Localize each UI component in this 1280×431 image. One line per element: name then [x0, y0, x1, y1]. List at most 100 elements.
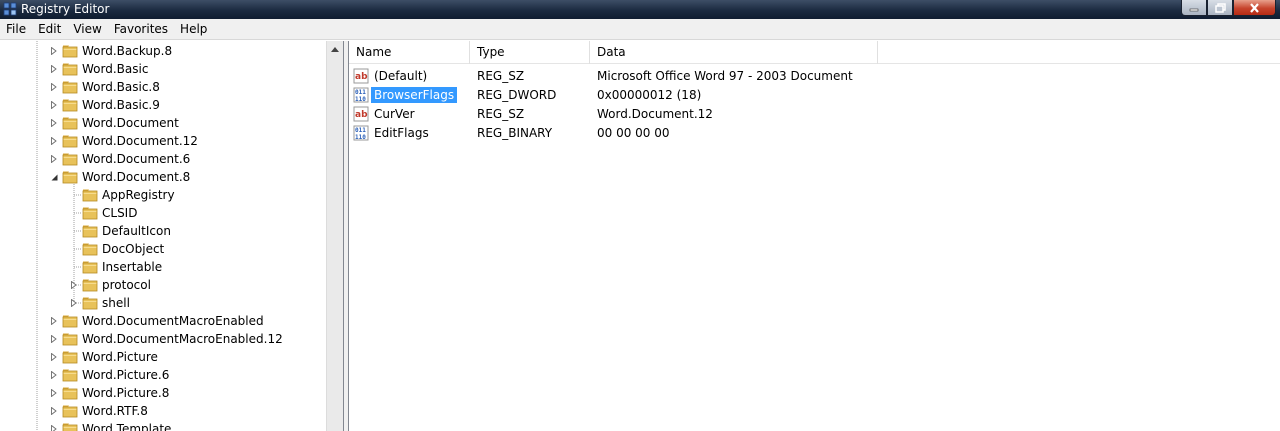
value-row[interactable]: 011 110 EditFlags REG_BINARY 00 00 00 00 [353, 123, 1253, 142]
tree-expander[interactable] [49, 42, 59, 60]
folder-icon [82, 297, 98, 310]
tree-node-label: Word.Basic [82, 62, 149, 76]
folder-icon [62, 369, 78, 382]
tree-expander[interactable] [49, 96, 59, 114]
tree-expander[interactable] [49, 60, 59, 78]
binary-value-icon: 011110 [353, 87, 369, 103]
svg-text:110: 110 [355, 96, 366, 103]
menu-favorites[interactable]: Favorites [108, 20, 174, 39]
key-tree-pane[interactable]: Word.Backup.8 Word.Basic Word.Basic.8 Word.… [0, 41, 344, 431]
tree-node[interactable]: Word.Basic.9 [49, 96, 160, 114]
tree-node-label: Word.DocumentMacroEnabled.12 [82, 332, 283, 346]
value-row[interactable]: ab CurVer REG_SZ Word.Document.12 [353, 104, 1253, 123]
binary-value-icon: 011110 [353, 125, 369, 141]
tree-expander[interactable] [69, 276, 79, 294]
tree-node[interactable]: Word.Document.8 [49, 168, 190, 186]
tree-expander[interactable] [49, 366, 59, 384]
tree-node[interactable]: Word.RTF.8 [49, 402, 148, 420]
folder-icon [82, 225, 98, 238]
folder-icon [62, 405, 78, 418]
tree-node[interactable]: Word.Picture.6 [49, 366, 169, 384]
tree-node[interactable]: AppRegistry [69, 186, 175, 204]
tree-expander [69, 240, 79, 258]
registry-editor-icon [3, 2, 17, 16]
expand-arrow-icon [71, 281, 77, 289]
value-name-cell: ab CurVer [353, 106, 471, 122]
tree-expander[interactable] [49, 330, 59, 348]
expand-arrow-icon [51, 47, 57, 55]
tree-node[interactable]: CLSID [69, 204, 137, 222]
menu-edit[interactable]: Edit [32, 20, 67, 39]
tree-expander[interactable] [49, 312, 59, 330]
tree-expander[interactable] [49, 114, 59, 132]
tree-node[interactable]: Word.DocumentMacroEnabled [49, 312, 264, 330]
tree-node[interactable]: Word.Picture.8 [49, 384, 169, 402]
tree-node[interactable]: DocObject [69, 240, 164, 258]
tree-node[interactable]: Word.Basic [49, 60, 148, 78]
folder-icon [62, 423, 78, 431]
value-type: REG_SZ [477, 106, 525, 121]
tree-node[interactable]: Word.Basic.8 [49, 78, 160, 96]
value-name: EditFlags [374, 125, 429, 140]
column-header-type[interactable]: Type [470, 41, 590, 64]
tree-node-label: CLSID [102, 206, 138, 220]
expand-arrow-icon [51, 425, 57, 431]
menu-file[interactable]: File [0, 20, 32, 39]
tree-node[interactable]: Word.Document.6 [49, 150, 190, 168]
tree-expander[interactable] [69, 294, 79, 312]
tree-expander [69, 222, 79, 240]
folder-icon [62, 45, 78, 58]
restore-icon [1214, 2, 1226, 13]
tree-node[interactable]: Word.Document [49, 114, 179, 132]
string-value-icon: ab [353, 68, 369, 83]
tree-expander[interactable] [49, 402, 59, 420]
tree-expander[interactable] [49, 132, 59, 150]
value-row[interactable]: ab (Default) REG_SZ Microsoft Office Word 9… [353, 66, 1253, 85]
tree-node[interactable]: DefaultIcon [69, 222, 171, 240]
minimize-button[interactable] [1181, 0, 1207, 16]
tree-node[interactable]: shell [69, 294, 130, 312]
tree-scrollbar[interactable] [326, 41, 343, 431]
tree-node[interactable]: Insertable [69, 258, 162, 276]
column-header-data[interactable]: Data [590, 41, 878, 64]
tree-node-label: Word.Template [82, 422, 172, 431]
close-button[interactable] [1233, 0, 1276, 16]
tree-expander[interactable] [49, 420, 59, 431]
expand-arrow-icon [51, 119, 57, 127]
tree-expander[interactable] [49, 78, 59, 96]
tree-expander[interactable] [49, 150, 59, 168]
tree-expander [69, 186, 79, 204]
expand-arrow-icon [71, 299, 77, 307]
tree-node[interactable]: Word.Backup.8 [49, 42, 172, 60]
tree-node[interactable]: Word.Template [49, 420, 171, 431]
tree-node-label: Word.Picture.8 [82, 386, 170, 400]
svg-text:110: 110 [355, 134, 366, 141]
tree-expander[interactable] [49, 384, 59, 402]
tree-node-label: Insertable [102, 260, 163, 274]
value-data: Word.Document.12 [597, 106, 713, 121]
tree-node-label: DefaultIcon [102, 224, 171, 238]
window-title: Registry Editor [21, 2, 110, 16]
tree-node[interactable]: protocol [69, 276, 151, 294]
folder-icon [62, 171, 78, 184]
maximize-button[interactable] [1207, 0, 1233, 16]
value-type: REG_DWORD [477, 87, 557, 102]
tree-expander[interactable] [49, 348, 59, 366]
tree-node-label: shell [102, 296, 130, 310]
value-row[interactable]: 011 110 BrowserFlags REG_DWORD 0x00000012 (1… [353, 85, 1253, 104]
expand-arrow-icon [51, 137, 57, 145]
tree-expander [69, 258, 79, 276]
window-controls [1181, 0, 1276, 17]
column-header-name[interactable]: Name [349, 41, 470, 64]
tree-expander[interactable] [49, 168, 59, 186]
scroll-up-button[interactable] [327, 41, 343, 58]
folder-icon [62, 153, 78, 166]
svg-text:011: 011 [355, 89, 366, 96]
tree-node[interactable]: Word.Document.12 [49, 132, 198, 150]
menu-help[interactable]: Help [174, 20, 213, 39]
expand-arrow-icon [51, 407, 57, 415]
menu-view[interactable]: View [67, 20, 107, 39]
tree-node[interactable]: Word.DocumentMacroEnabled.12 [49, 330, 283, 348]
tree-node[interactable]: Word.Picture [49, 348, 158, 366]
tree-node-label: Word.Backup.8 [82, 44, 173, 58]
